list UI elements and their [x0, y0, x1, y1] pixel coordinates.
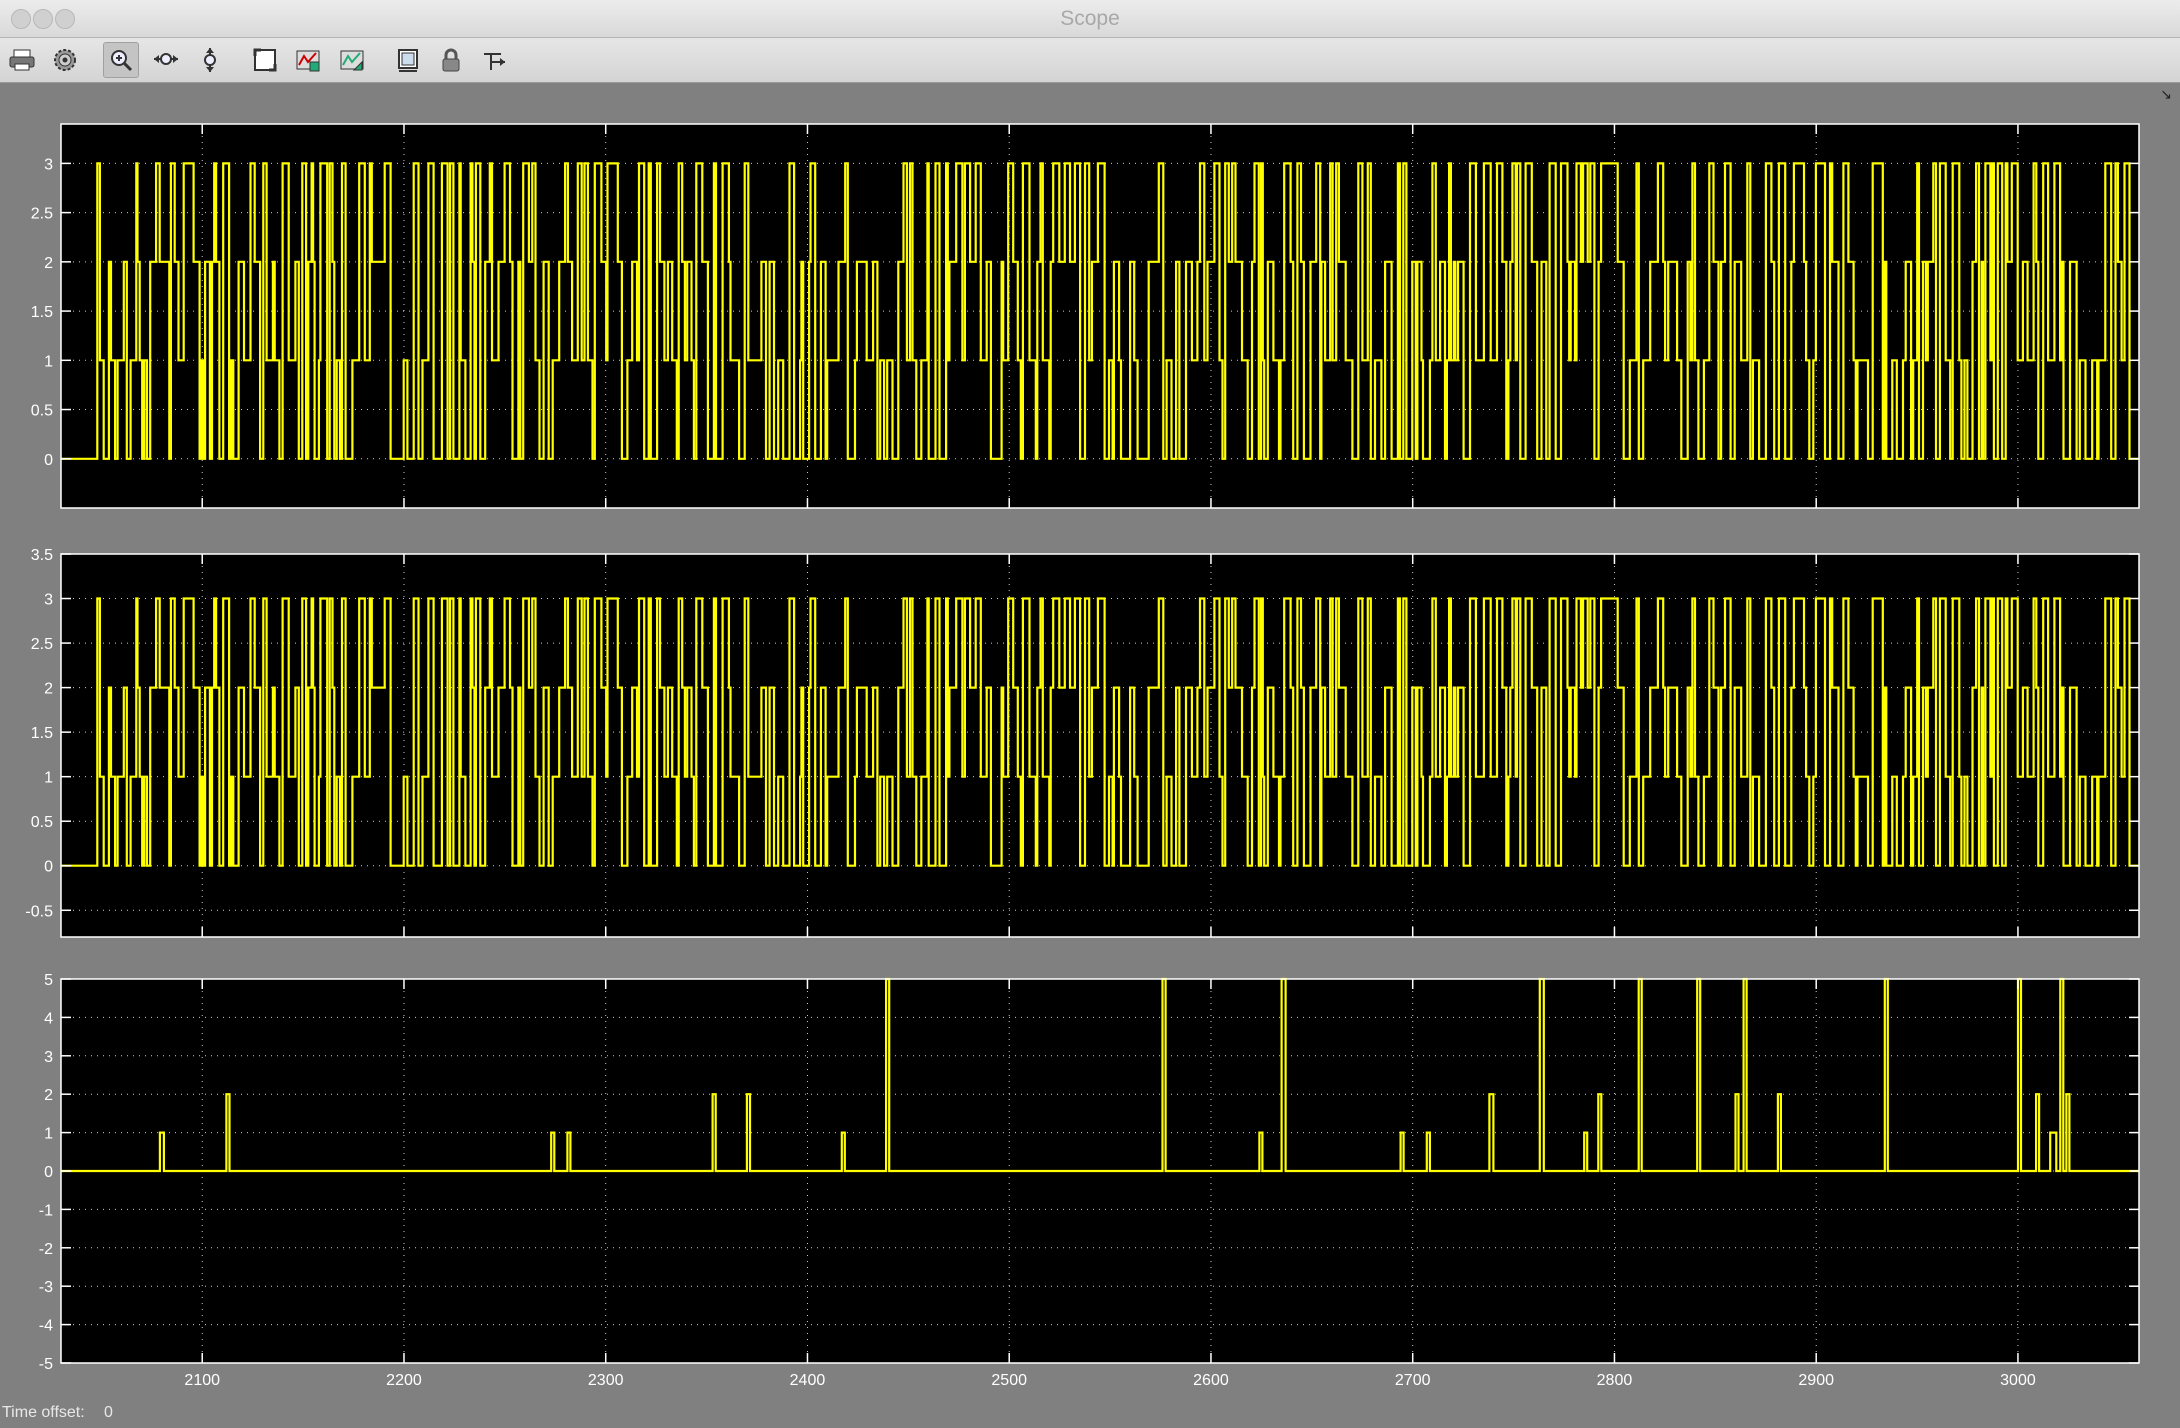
y-tick-label: -5 [39, 1356, 53, 1373]
x-tick-label: 2700 [1395, 1372, 1431, 1389]
scope-panel-2: -0.5 0 0.5 1 1.5 2 2.5 3 3.5 [25, 547, 2140, 938]
lock-icon [442, 48, 460, 72]
y-tick-label: 3 [44, 1049, 53, 1066]
y-tick-label: 2 [44, 255, 53, 272]
time-offset-label: Time offset: [2, 1404, 85, 1421]
x-tick-label: 2500 [991, 1372, 1027, 1389]
print-button[interactable] [4, 42, 40, 78]
window-title: Scope [1060, 7, 1120, 30]
autoscale-icon [253, 48, 277, 72]
x-tick-label: 2900 [1798, 1372, 1834, 1389]
zoom-x-axis-icon [154, 53, 178, 65]
gear-icon [54, 49, 76, 71]
scope-panel-3: -5 -4 -3 -2 -1 0 1 2 3 4 5 2100 2200 2300 2400 2500 2600… [39, 972, 2140, 1389]
y-tick-label: 3 [44, 156, 53, 173]
y-tick-label: 1.5 [31, 725, 53, 742]
toolbar: ↘ [0, 38, 2180, 102]
y-tick-label: 0 [44, 1164, 53, 1181]
zoom-x-axis-button[interactable] [148, 42, 184, 78]
zoom-y-axis-icon [204, 48, 216, 72]
y-tick-label: 1 [44, 770, 53, 787]
y-tick-label: -3 [39, 1279, 53, 1296]
y-tick-label: 3 [44, 592, 53, 609]
x-tick-label: 2300 [588, 1372, 624, 1389]
x-tick-label: 2400 [790, 1372, 826, 1389]
signal-selection-icon [484, 53, 505, 70]
y-tick-label: -4 [39, 1318, 53, 1335]
time-offset-value: 0 [104, 1404, 113, 1421]
scope-display: 0 0.5 1 1.5 2 2.5 3 -0.5 0 0.5 1 1.5 2 2.5 3 3.5 -5 -4 -3-… [0, 84, 2180, 1402]
zoom-y-axis-button[interactable] [192, 42, 228, 78]
x-tick-label: 3000 [2000, 1372, 2036, 1389]
save-axes-settings-icon [296, 50, 320, 72]
x-tick-label: 2600 [1193, 1372, 1229, 1389]
zoom-in-icon [111, 50, 133, 72]
x-tick-label: 2800 [1597, 1372, 1633, 1389]
restore-axes-settings-button[interactable] [334, 42, 370, 78]
status-bar: Time offset: 0 [0, 1400, 2180, 1428]
autoscale-button[interactable] [247, 42, 283, 78]
y-tick-label: 1.5 [31, 304, 53, 321]
save-axes-settings-button[interactable] [290, 42, 326, 78]
y-tick-label: 1 [44, 353, 53, 370]
printer-icon [9, 49, 35, 71]
y-tick-label: 2 [44, 1087, 53, 1104]
y-tick-label: 0.5 [31, 403, 53, 420]
y-tick-label: 5 [44, 972, 53, 989]
y-tick-label: -0.5 [25, 903, 53, 920]
title-bar: Scope [0, 0, 2180, 38]
y-tick-label: 2.5 [31, 206, 53, 223]
floating-scope-icon [398, 49, 418, 72]
y-tick-label: 4 [44, 1010, 53, 1027]
y-tick-label: 1 [44, 1126, 53, 1143]
y-tick-label: 2 [44, 681, 53, 698]
scope-axes: 00.511.522.53-0.500.511.522.533.5-5-4-3-… [25, 123, 2140, 1389]
y-tick-label: 3.5 [31, 547, 53, 564]
y-tick-label: -2 [39, 1241, 53, 1258]
x-tick-label: 2200 [386, 1372, 422, 1389]
scope-panel-1: 0 0.5 1 1.5 2 2.5 3 [31, 123, 2140, 509]
y-tick-label: 2.5 [31, 636, 53, 653]
floating-scope-button[interactable] [390, 42, 426, 78]
x-tick-label: 2100 [184, 1372, 220, 1389]
lock-axes-button[interactable] [433, 42, 469, 78]
y-tick-label: 0 [44, 859, 53, 876]
y-tick-label: 0.5 [31, 814, 53, 831]
restore-axes-settings-icon [340, 50, 364, 71]
zoom-button[interactable] [103, 42, 139, 78]
parameters-button[interactable] [47, 42, 83, 78]
signal-selection-button[interactable] [477, 42, 513, 78]
y-tick-label: 0 [44, 452, 53, 469]
y-tick-label: -1 [39, 1202, 53, 1219]
